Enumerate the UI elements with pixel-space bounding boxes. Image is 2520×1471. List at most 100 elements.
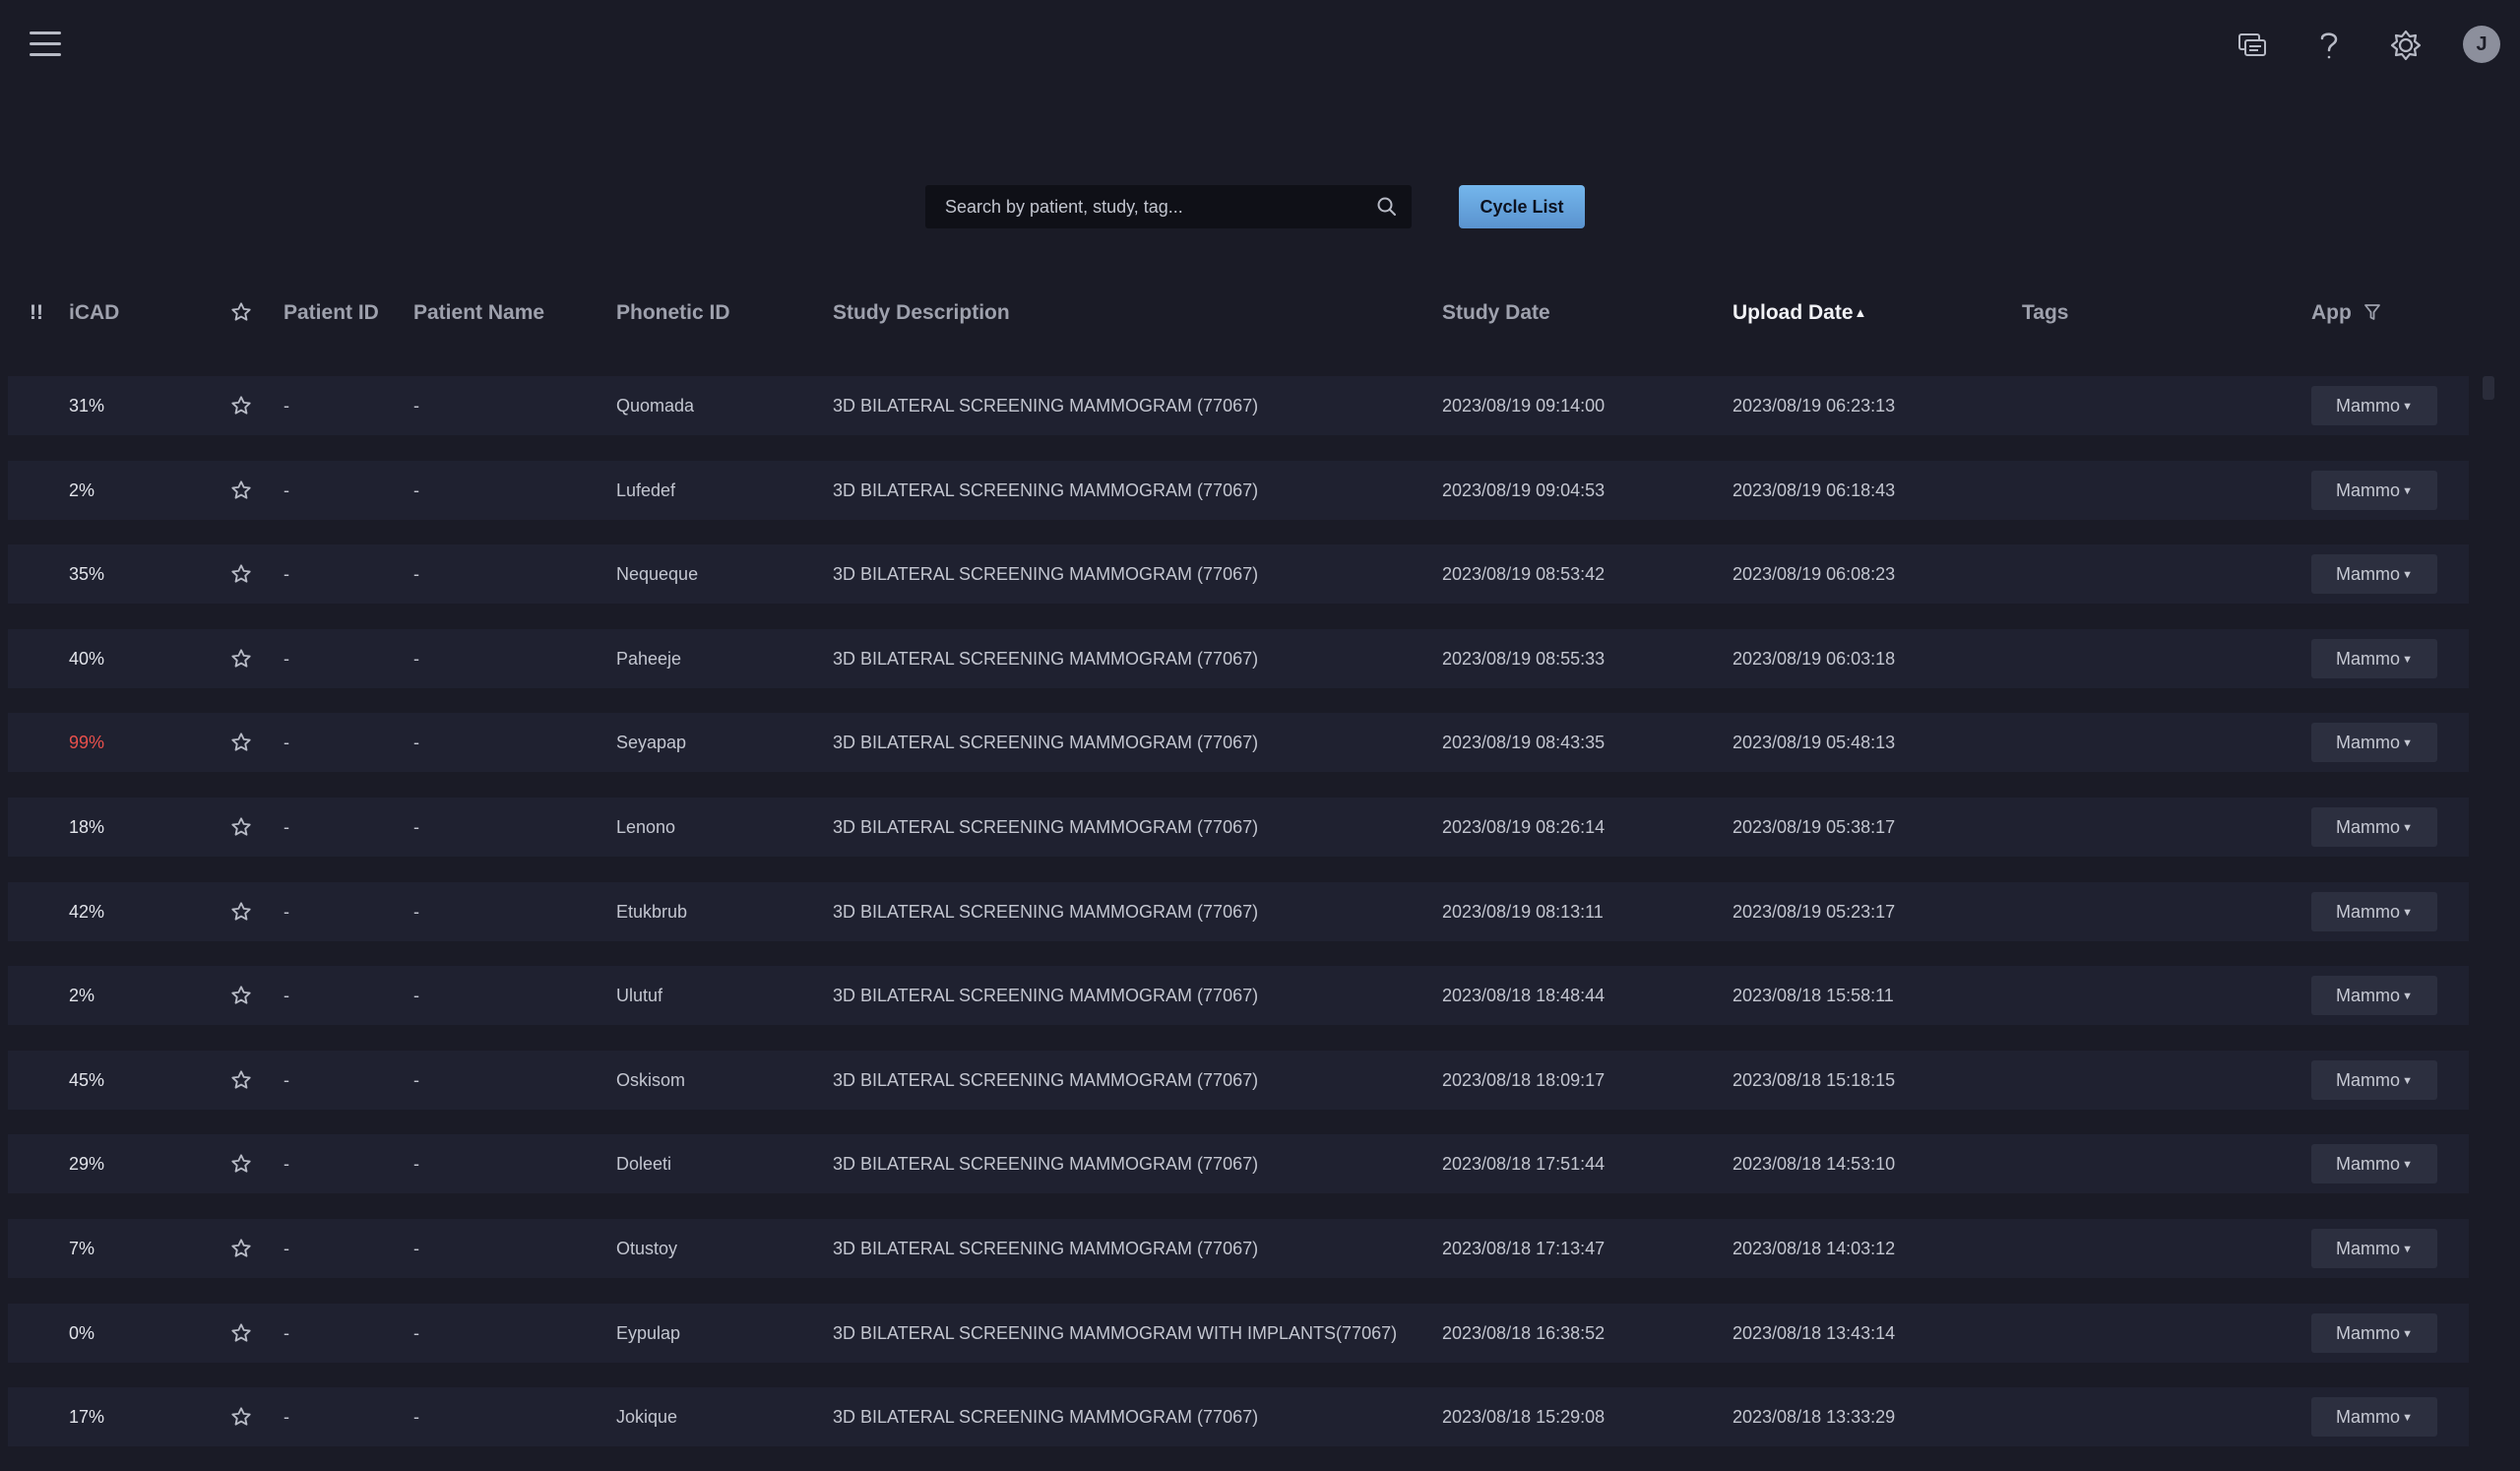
chevron-down-icon: ▼ (2402, 737, 2413, 750)
chevron-down-icon: ▼ (2402, 1327, 2413, 1340)
icad-score: 18% (69, 817, 105, 837)
table-row[interactable]: 7% - - Otustoy 3D BILATERAL SCREENING MAMMOG… (8, 1219, 2469, 1278)
study-description-column-header[interactable]: Study Description (833, 286, 1010, 341)
study-date-column-header[interactable]: Study Date (1442, 286, 1550, 341)
filter-icon[interactable] (2363, 302, 2381, 322)
upload-date-cell: 2023/08/19 06:08:23 (1732, 564, 1896, 585)
study-date-cell: 2023/08/19 08:43:35 (1442, 733, 1606, 753)
patient-id-cell: - (284, 480, 289, 500)
cycle-list-button[interactable]: Cycle List (1459, 185, 1585, 228)
table-row[interactable]: 18% - - Lenono 3D BILATERAL SCREENING MAMMOG… (8, 798, 2469, 857)
table-row[interactable]: 29% - - Doleeti 3D BILATERAL SCREENING MAMMO… (8, 1134, 2469, 1194)
icad-score: 40% (69, 648, 105, 669)
app-select[interactable]: Mammo ▼ (2311, 891, 2437, 931)
upload-date-cell: 2023/08/18 13:43:14 (1732, 1322, 1896, 1343)
scrollbar[interactable] (2483, 376, 2494, 400)
app-select[interactable]: Mammo ▼ (2311, 1312, 2437, 1353)
icad-score: 2% (69, 986, 95, 1006)
app-label: App (2311, 301, 2352, 324)
table-row[interactable]: 99% - - Seyapap 3D BILATERAL SCREENING MAMMO… (8, 713, 2469, 773)
upload-date-cell: 2023/08/18 14:03:12 (1732, 1239, 1896, 1258)
study-description-cell: 3D BILATERAL SCREENING MAMMOGRAM (77067) (833, 1154, 1259, 1175)
priority-column-header[interactable]: !! (30, 286, 43, 341)
patient-name-cell: - (413, 1239, 419, 1258)
favorite-star-icon[interactable] (230, 395, 252, 416)
upload-date-label: Upload Date (1732, 301, 1854, 324)
icad-column-header[interactable]: iCAD (69, 286, 119, 341)
app-select[interactable]: Mammo ▼ (2311, 723, 2437, 763)
favorite-star-icon[interactable] (230, 901, 252, 923)
patient-id-cell: - (284, 1322, 289, 1343)
patient-name-cell: - (413, 817, 419, 837)
app-select[interactable]: Mammo ▼ (2311, 470, 2437, 510)
study-description-cell: 3D BILATERAL SCREENING MAMMOGRAM WITH IM… (833, 1322, 1398, 1343)
app-select[interactable]: Mammo ▼ (2311, 1144, 2437, 1184)
app-select[interactable]: Mammo ▼ (2311, 1397, 2437, 1438)
favorite-star-icon[interactable] (230, 1322, 252, 1344)
favorite-star-icon[interactable] (230, 1238, 252, 1259)
app-column-header[interactable]: App (2311, 286, 2381, 341)
tags-column-header[interactable]: Tags (2022, 286, 2068, 341)
study-date-cell: 2023/08/19 08:26:14 (1442, 817, 1606, 837)
phonetic-id-column-header[interactable]: Phonetic ID (616, 286, 730, 341)
app-select[interactable]: Mammo ▼ (2311, 1059, 2437, 1100)
patient-id-cell: - (284, 396, 289, 416)
chat-icon[interactable] (2233, 26, 2272, 65)
avatar[interactable]: J (2463, 26, 2500, 63)
table-row[interactable]: 31% - - Quomada 3D BILATERAL SCREENING MAMMO… (8, 376, 2469, 435)
favorite-star-icon[interactable] (230, 985, 252, 1006)
app-select[interactable]: Mammo ▼ (2311, 554, 2437, 595)
app-select[interactable]: Mammo ▼ (2311, 976, 2437, 1016)
table-row[interactable]: 0% - - Eypulap 3D BILATERAL SCREENING MAMMOG… (8, 1303, 2469, 1363)
icad-score: 0% (69, 1322, 95, 1343)
patient-id-cell: - (284, 733, 289, 753)
favorite-star-icon[interactable] (230, 563, 252, 585)
patient-id-column-header[interactable]: Patient ID (284, 286, 379, 341)
avatar-initial: J (2476, 32, 2488, 55)
favorite-star-icon[interactable] (230, 816, 252, 838)
search-icon[interactable] (1376, 196, 1398, 223)
icad-score: 17% (69, 1407, 105, 1428)
favorite-star-icon[interactable] (230, 1069, 252, 1091)
hamburger-menu-icon[interactable] (28, 30, 63, 59)
phonetic-id-cell: Nequeque (616, 564, 699, 585)
study-description-cell: 3D BILATERAL SCREENING MAMMOGRAM (77067) (833, 733, 1259, 753)
study-description-cell: 3D BILATERAL SCREENING MAMMOGRAM (77067) (833, 901, 1259, 922)
table-row[interactable]: 17% - - Jokique 3D BILATERAL SCREENING MAMMO… (8, 1387, 2469, 1447)
favorite-star-icon[interactable] (230, 1406, 252, 1428)
patient-name-cell: - (413, 901, 419, 922)
table-row[interactable]: 45% - - Oskisom 3D BILATERAL SCREENING MAMMO… (8, 1050, 2469, 1110)
table-row[interactable]: 40% - - Paheeje 3D BILATERAL SCREENING MAMMO… (8, 628, 2469, 688)
patient-id-cell: - (284, 564, 289, 585)
star-column-icon[interactable] (230, 301, 252, 325)
search-input[interactable] (925, 185, 1358, 228)
table-row[interactable]: 2% - - Lufedef 3D BILATERAL SCREENING MAMMOG… (8, 460, 2469, 520)
app-select[interactable]: Mammo ▼ (2311, 638, 2437, 678)
table-row[interactable]: 35% - - Nequeque 3D BILATERAL SCREENING MAMM… (8, 544, 2469, 605)
icad-score: 42% (69, 901, 105, 922)
top-bar: J (0, 0, 2520, 91)
help-icon[interactable] (2309, 26, 2349, 65)
app-select[interactable]: Mammo ▼ (2311, 807, 2437, 847)
favorite-star-icon[interactable] (230, 1153, 252, 1175)
study-description-cell: 3D BILATERAL SCREENING MAMMOGRAM (77067) (833, 817, 1259, 837)
study-description-cell: 3D BILATERAL SCREENING MAMMOGRAM (77067) (833, 396, 1259, 416)
app-select[interactable]: Mammo ▼ (2311, 1229, 2437, 1268)
phonetic-id-cell: Paheeje (616, 648, 682, 669)
patient-name-column-header[interactable]: Patient Name (413, 286, 544, 341)
favorite-star-icon[interactable] (230, 648, 252, 670)
table-row[interactable]: 2% - - Ulutuf 3D BILATERAL SCREENING MAMMOGR… (8, 966, 2469, 1026)
phonetic-id-cell: Etukbrub (616, 901, 688, 922)
patient-id-cell: - (284, 986, 289, 1006)
patient-id-cell: - (284, 1154, 289, 1175)
app-select[interactable]: Mammo ▼ (2311, 386, 2437, 425)
settings-icon[interactable] (2386, 26, 2426, 65)
favorite-star-icon[interactable] (230, 480, 252, 501)
table-row[interactable]: 42% - - Etukbrub 3D BILATERAL SCREENING MAMM… (8, 881, 2469, 941)
chevron-down-icon: ▼ (2402, 991, 2413, 1003)
app-select-value: Mammo (2336, 648, 2401, 669)
upload-date-column-header[interactable]: Upload Date▲ (1732, 286, 1866, 341)
app-select-value: Mammo (2336, 1069, 2401, 1090)
favorite-star-icon[interactable] (230, 732, 252, 753)
app-select-value: Mammo (2336, 564, 2401, 585)
